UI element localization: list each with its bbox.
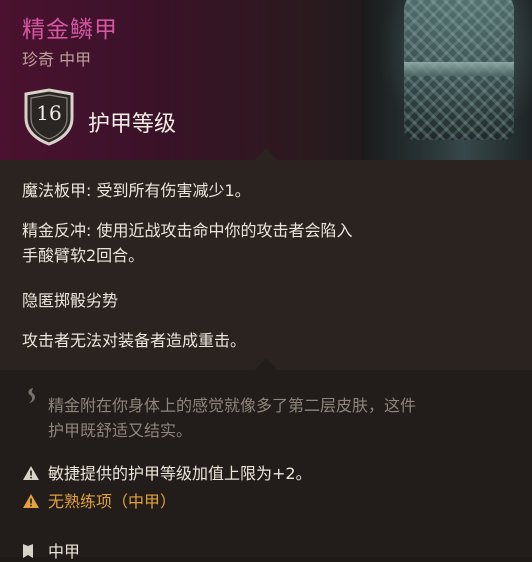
warning-no-proficiency-text: 无熟练项（中甲） bbox=[48, 492, 177, 511]
armor-category-row: 中甲 bbox=[22, 538, 80, 562]
item-rarity-type: 珍奇 中甲 bbox=[22, 50, 92, 69]
property-adamantine-recoil: 精金反冲: 使用近战攻击命中你的攻击者会陷入 bbox=[22, 221, 353, 240]
warning-no-proficiency: 无熟练项（中甲） bbox=[22, 491, 176, 513]
flavor-text: 精金附在你身体上的感觉就像多了第二层皮肤，这件 护甲既舒适又结实。 bbox=[48, 393, 518, 443]
warning-dex-cap-text: 敏捷提供的护甲等级加值上限为+2。 bbox=[48, 464, 312, 483]
armor-class-value: 16 bbox=[36, 101, 62, 125]
property-magic-plate: 魔法板甲: 受到所有伤害减少1。 bbox=[22, 181, 251, 200]
item-header: 精金鳞甲 珍奇 中甲 bbox=[0, 0, 532, 160]
warning-dex-cap: 敏捷提供的护甲等级加值上限为+2。 bbox=[22, 463, 312, 485]
item-portrait bbox=[362, 0, 532, 160]
item-name: 精金鳞甲 bbox=[22, 17, 118, 43]
property-no-critical: 攻击者无法对装备者造成重击。 bbox=[22, 331, 247, 350]
flavor-line-1: 精金附在你身体上的感觉就像多了第二层皮肤，这件 bbox=[48, 396, 417, 415]
flavor-line-2: 护甲既舒适又结实。 bbox=[48, 421, 193, 440]
property-stealth-disadvantage: 隐匿掷骰劣势 bbox=[22, 291, 119, 310]
property-adamantine-recoil-cont: 手酸臂软2回合。 bbox=[22, 246, 145, 265]
armor-class-label: 护甲等级 bbox=[88, 112, 177, 137]
quill-icon bbox=[28, 388, 35, 403]
warning-icon bbox=[23, 494, 39, 508]
warning-icon bbox=[23, 466, 39, 480]
armor-category-label: 中甲 bbox=[48, 542, 81, 561]
armor-belt-detail bbox=[404, 62, 514, 76]
